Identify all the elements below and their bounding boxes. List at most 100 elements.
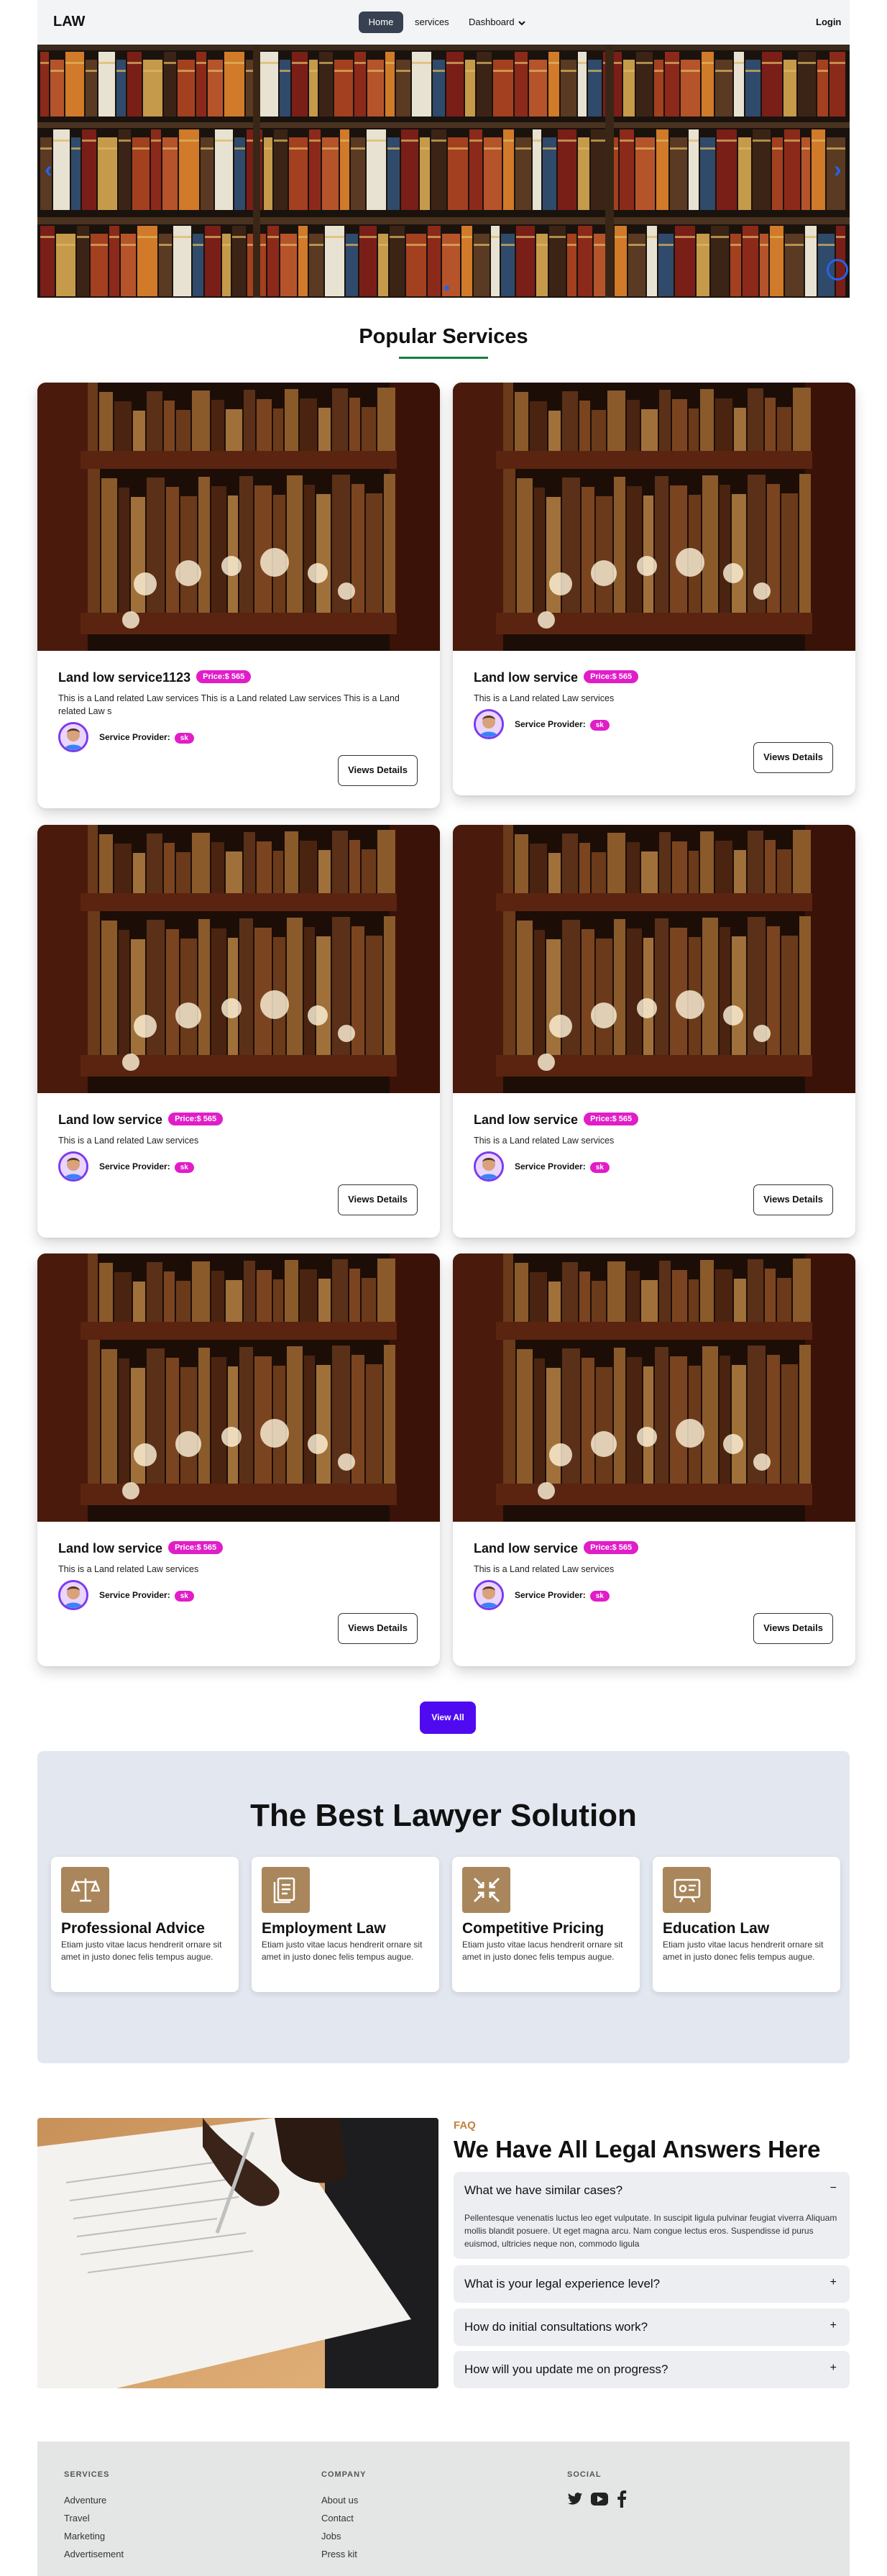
view-details-button[interactable]: Views Details [753,1613,833,1644]
service-title: Land low service Price:$ 565 [474,670,639,685]
nav-dashboard-label: Dashboard [469,17,515,27]
service-card: Land low service1123 Price:$ 565 This is a… [37,383,440,808]
avatar [474,1580,504,1610]
card-image-frame [453,383,855,651]
card-image-frame [453,1253,855,1522]
card-image [453,1253,855,1522]
service-description: This is a Land related Law services [58,1136,199,1146]
service-provider-label: Service Provider: [99,1590,170,1600]
footer-link[interactable]: Contact [321,2513,354,2524]
nav-home[interactable]: Home [359,12,403,33]
card-image-frame [37,383,440,651]
solution-title: The Best Lawyer Solution [250,1798,637,1833]
youtube-icon[interactable] [591,2493,608,2506]
footer: SERVICES Adventure Travel Marketing Adve… [37,2442,850,2576]
carousel-indicator[interactable] [444,286,449,291]
faq-question[interactable]: What we have similar cases? [464,2183,622,2198]
service-title: Land low service Price:$ 565 [474,1541,639,1556]
faq-title: We Have All Legal Answers Here [454,2136,821,2162]
scales-icon [71,1878,100,1902]
service-provider: Service Provider: sk [99,1590,194,1602]
brand-logo[interactable]: LAW [53,14,85,30]
service-title: Land low service Price:$ 565 [474,1113,639,1128]
faq-question[interactable]: How will you update me on progress? [464,2362,668,2377]
solution-card-title: Education Law [663,1920,770,1937]
price-badge: Price:$ 565 [584,670,639,684]
footer-social-heading: SOCIAL [567,2470,602,2479]
price-badge: Price:$ 565 [168,1113,224,1126]
faq-image [37,2118,438,2388]
card-image-frame [37,825,440,1093]
twitter-icon[interactable] [567,2492,583,2506]
chevron-left-icon[interactable]: ‹ [45,156,52,183]
view-details-button[interactable]: Views Details [338,1613,418,1644]
footer-link[interactable]: Travel [64,2513,90,2524]
footer-link[interactable]: Adventure [64,2495,106,2506]
service-title-text: Land low service [474,670,579,685]
service-provider: Service Provider: sk [515,1161,610,1173]
service-title-text: Land low service1123 [58,670,191,685]
faq-question[interactable]: What is your legal experience level? [464,2277,660,2291]
service-description: This is a Land related Law services [58,1564,199,1574]
provider-avatar [476,1582,502,1608]
view-details-button[interactable]: Views Details [338,755,418,786]
expand-icon[interactable]: + [830,2362,837,2375]
chevron-right-icon[interactable]: › [834,156,842,183]
footer-link[interactable]: Jobs [321,2531,341,2541]
solution-card: Professional Advice Etiam justo vitae la… [51,1857,239,1992]
solution-card: Competitive Pricing Etiam justo vitae la… [452,1857,640,1992]
faq-item[interactable]: How will you update me on progress? + [454,2351,850,2388]
view-details-button[interactable]: Views Details [338,1184,418,1215]
compress-arrows-icon [473,1877,500,1903]
popular-services-title: Popular Services [359,325,528,348]
service-description: This is a Land related Law services [474,1564,615,1574]
service-provider: Service Provider: sk [515,1590,610,1602]
service-title-text: Land low service [58,1541,163,1556]
nav-dashboard[interactable]: Dashboard [469,12,526,33]
service-description: This is a Land related Law services [474,693,615,703]
chevron-down-icon [518,20,525,25]
carousel-play-icon[interactable] [827,259,848,280]
service-card: Land low service Price:$ 565 This is a Lan… [453,825,855,1238]
avatar [474,1151,504,1182]
provider-badge: sk [174,1591,194,1602]
service-provider: Service Provider: sk [99,1161,194,1173]
collapse-icon[interactable]: − [830,2182,837,2195]
card-image [37,825,440,1093]
solution-card-text: Etiam justo vitae lacus hendrerit ornare… [462,1940,623,1962]
footer-link[interactable]: About us [321,2495,358,2506]
service-title-text: Land low service [58,1113,163,1127]
view-details-button[interactable]: Views Details [753,1184,833,1215]
price-badge: Price:$ 565 [196,670,252,684]
footer-link[interactable]: Press kit [321,2549,357,2559]
view-all-button[interactable]: View All [420,1702,476,1734]
faq-item[interactable]: What we have similar cases? − Pellentesq… [454,2172,850,2259]
provider-avatar [60,1582,86,1608]
view-details-button[interactable]: Views Details [753,742,833,773]
expand-icon[interactable]: + [830,2276,837,2289]
solution-card: Employment Law Etiam justo vitae lacus h… [252,1857,439,1992]
faq-item[interactable]: How do initial consultations work? + [454,2308,850,2346]
footer-link[interactable]: Marketing [64,2531,105,2541]
service-card: Land low service Price:$ 565 This is a Lan… [37,825,440,1238]
nav-services[interactable]: services [415,12,449,33]
price-badge: Price:$ 565 [584,1541,639,1555]
avatar [474,709,504,739]
solution-card: Education Law Etiam justo vitae lacus he… [653,1857,840,1992]
card-image [37,1253,440,1522]
expand-icon[interactable]: + [830,2319,837,2332]
faq-item[interactable]: What is your legal experience level? + [454,2265,850,2303]
footer-services-heading: SERVICES [64,2470,110,2479]
provider-badge: sk [589,720,610,731]
facebook-icon[interactable] [617,2490,627,2508]
provider-avatar [476,711,502,737]
footer-company-heading: COMPANY [321,2470,367,2479]
faq-question[interactable]: How do initial consultations work? [464,2320,648,2334]
provider-avatar [476,1154,502,1179]
footer-link[interactable]: Advertisement [64,2549,124,2559]
card-image-frame [453,825,855,1093]
provider-badge: sk [589,1162,610,1173]
solution-card-text: Etiam justo vitae lacus hendrerit ornare… [663,1940,824,1962]
login-button[interactable]: Login [816,12,841,33]
service-title: Land low service Price:$ 565 [58,1541,224,1556]
